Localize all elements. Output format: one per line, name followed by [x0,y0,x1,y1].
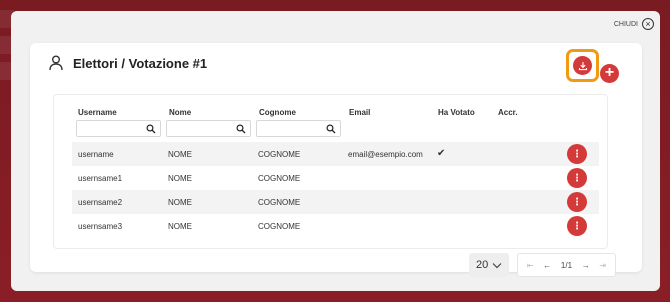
last-page-icon[interactable]: ⇥ [599,261,606,270]
plus-icon: + [604,64,615,81]
cell-username: username [78,150,114,159]
card-header: Elettori / Votazione #1 [49,55,207,71]
username-filter-input[interactable] [76,120,161,137]
table-row: usernsame2 NOME COGNOME ⋮ [72,190,599,214]
cell-cognome: COGNOME [258,198,301,207]
page-size-value: 20 [476,259,489,271]
close-icon[interactable]: × [642,18,654,30]
download-icon [578,61,587,70]
row-actions-button[interactable]: ⋮ [567,216,587,236]
cell-username: usernsame2 [78,198,123,207]
more-options-icon: ⋮ [572,196,582,208]
pagination: ⇤ ← 1/1 → ⇥ [517,253,616,277]
next-page-icon[interactable]: → [582,261,590,270]
column-header-ha-votato: Ha Votato [438,108,475,117]
table-row: usernsame1 NOME COGNOME ⋮ [72,166,599,190]
page-info: 1/1 [560,260,573,270]
cell-nome: NOME [168,198,192,207]
nome-filter-input[interactable] [166,120,251,137]
row-actions-button[interactable]: ⋮ [567,168,587,188]
column-header-accr: Accr. [498,108,518,117]
cell-cognome: COGNOME [258,222,301,231]
cell-username: usernsame1 [78,174,123,183]
first-page-icon[interactable]: ⇤ [527,261,534,270]
cell-nome: NOME [168,174,192,183]
cell-cognome: COGNOME [258,174,301,183]
column-header-email: Email [349,108,371,117]
close-label: CHIUDI [613,20,638,28]
search-icon [326,124,336,134]
more-options-icon: ⋮ [572,172,582,184]
cell-cognome: COGNOME [258,150,301,159]
more-options-icon: ⋮ [572,148,582,160]
voters-modal: CHIUDI × Elettori / Votazione #1 + Usern… [11,11,660,291]
voters-table: Username Nome Cognome Email Ha Votato Ac… [53,94,608,249]
search-icon [146,124,156,134]
add-voter-button[interactable]: + [600,64,619,83]
cell-nome: NOME [168,150,192,159]
download-highlight [566,49,599,82]
voted-check-icon: ✔ [437,148,446,159]
cell-email: email@esempio.com [348,150,423,159]
column-header-username: Username [78,108,117,117]
row-actions-button[interactable]: ⋮ [567,144,587,164]
search-icon [236,124,246,134]
chevron-down-icon [492,262,502,268]
column-header-cognome: Cognome [259,108,296,117]
row-actions-button[interactable]: ⋮ [567,192,587,212]
cognome-filter-input[interactable] [256,120,341,137]
cell-nome: NOME [168,222,192,231]
page-size-select[interactable]: 20 [469,253,509,277]
page-title: Elettori / Votazione #1 [73,55,208,71]
table-row: usernsame3 NOME COGNOME ⋮ [72,214,599,238]
close-button[interactable]: CHIUDI × [614,18,654,30]
column-header-nome: Nome [169,108,192,117]
user-icon [49,55,63,71]
table-row: username NOME COGNOME email@esempio.com … [72,142,599,166]
cell-username: usernsame3 [78,222,123,231]
prev-page-icon[interactable]: ← [543,261,551,270]
download-button[interactable] [573,56,592,75]
more-options-icon: ⋮ [572,220,582,232]
voters-card: Elettori / Votazione #1 + Username Nome … [30,43,642,277]
